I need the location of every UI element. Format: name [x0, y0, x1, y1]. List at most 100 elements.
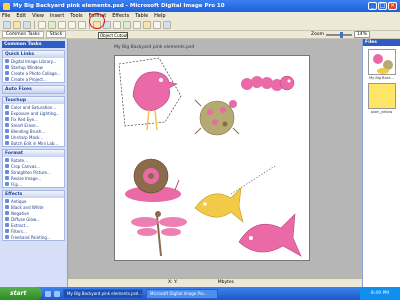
- window-icon: [5, 65, 9, 69]
- menu-file[interactable]: File: [2, 13, 10, 19]
- section-heading[interactable]: Effects: [3, 191, 64, 198]
- list-item[interactable]: Color and Saturation...: [3, 104, 64, 110]
- zoom-slider-knob[interactable]: [339, 31, 343, 38]
- exposure-icon: [5, 111, 9, 115]
- yellow-fish-sticker[interactable]: [194, 165, 276, 223]
- glow-icon: [5, 217, 9, 221]
- select-icon[interactable]: [153, 21, 161, 29]
- menu-table[interactable]: Table: [135, 13, 148, 19]
- highlight-circle: [89, 13, 105, 29]
- task-pane-title: Common Tasks: [2, 41, 65, 48]
- image-canvas[interactable]: [114, 55, 310, 261]
- menu-edit[interactable]: Edit: [16, 13, 26, 19]
- list-item[interactable]: Flip...: [3, 181, 64, 187]
- menu-view[interactable]: View: [32, 13, 44, 19]
- menu-bar: File Edit View Insert Tools Format Effec…: [0, 12, 400, 20]
- maximize-button[interactable]: □: [378, 2, 387, 10]
- list-item[interactable]: Digital Image Library...: [3, 58, 64, 64]
- flip-icon: [5, 182, 9, 186]
- project-icon: [5, 77, 9, 81]
- thumbnail-preview: [372, 54, 393, 74]
- straighten-icon: [5, 170, 9, 174]
- tooltip: Object Cutout: [98, 32, 128, 39]
- status-size: Mbytes: [217, 280, 234, 285]
- list-item[interactable]: Freehand Painting...: [3, 234, 64, 240]
- section-heading[interactable]: Quick Links: [3, 51, 64, 58]
- status-bar: X: Y: Mbytes: [68, 278, 362, 287]
- section-heading[interactable]: Touchup: [3, 97, 64, 104]
- start-button[interactable]: start: [0, 287, 42, 300]
- minimize-button[interactable]: _: [368, 2, 377, 10]
- taskbar-button[interactable]: My Big Backyard pink elements.psd...: [63, 288, 143, 299]
- zoom-value[interactable]: 14%: [353, 31, 370, 38]
- shape-icon[interactable]: [133, 21, 141, 29]
- copy-icon[interactable]: [68, 21, 76, 29]
- main-toolbar: [0, 20, 400, 31]
- collage-icon: [5, 71, 9, 75]
- section-quick-links: Quick Links Digital Image Library... Sta…: [2, 50, 65, 83]
- new-icon[interactable]: [3, 21, 11, 29]
- open-icon[interactable]: [13, 21, 21, 29]
- menu-insert[interactable]: Insert: [50, 13, 64, 19]
- workspace: My Big Backyard pink elements.psd: [68, 39, 362, 278]
- negative-icon: [5, 211, 9, 215]
- text-icon[interactable]: [123, 21, 131, 29]
- quick-launch-icon[interactable]: [45, 290, 51, 297]
- section-touchup: Touchup Color and Saturation... Exposure…: [2, 96, 65, 147]
- caterpillar-sticker[interactable]: [241, 75, 295, 91]
- rotate-icon: [5, 158, 9, 162]
- window-controls: _ □ ×: [368, 2, 397, 10]
- save-icon[interactable]: [23, 21, 31, 29]
- section-auto-fixes: Auto Fixes: [2, 85, 65, 94]
- brush-icon: [5, 129, 9, 133]
- color-icon: [5, 105, 9, 109]
- tab-stack[interactable]: Stack: [45, 31, 67, 38]
- filters-icon: [5, 229, 9, 233]
- close-button[interactable]: ×: [388, 2, 397, 10]
- file-thumbnail[interactable]: [367, 83, 396, 109]
- list-item[interactable]: Exposure and Lighting...: [3, 110, 64, 116]
- zoom-slider[interactable]: [325, 31, 352, 38]
- section-heading[interactable]: Auto Fixes: [3, 86, 64, 93]
- crop-icon: [5, 164, 9, 168]
- menu-help[interactable]: Help: [154, 13, 165, 19]
- batch-icon: [5, 141, 9, 145]
- zoom-icon[interactable]: [163, 21, 171, 29]
- file-thumbnail[interactable]: [367, 49, 396, 75]
- status-coords: X: Y:: [168, 280, 178, 285]
- menu-effects[interactable]: Effects: [112, 13, 129, 19]
- section-effects: Effects Antique Black and White Negative…: [2, 190, 65, 241]
- list-item[interactable]: Create a Project...: [3, 76, 64, 82]
- thumbnail-label: plain_yellow: [370, 110, 393, 114]
- files-pane-title: Files: [363, 39, 400, 46]
- thumbnail-label: My Big Back...: [369, 76, 394, 80]
- menu-tools[interactable]: Tools: [70, 13, 82, 19]
- image-tab[interactable]: My Big Backyard pink elements.psd: [114, 45, 194, 50]
- taskbar-button[interactable]: Microsoft Digital Image Pro...: [146, 288, 218, 299]
- tab-common-tasks[interactable]: Common Tasks: [2, 31, 44, 38]
- section-heading[interactable]: Format: [3, 150, 64, 157]
- snail-sticker[interactable]: [125, 158, 181, 202]
- list-item[interactable]: Create a Photo Collage...: [3, 70, 64, 76]
- dragonfly-sticker[interactable]: [131, 211, 187, 257]
- bird-sticker[interactable]: [118, 57, 182, 131]
- title-bar: My Big Backyard pink elements.psd - Micr…: [0, 0, 400, 12]
- section-format: Format Rotate... Crop Canvas... Straight…: [2, 149, 65, 188]
- cut-icon[interactable]: [58, 21, 66, 29]
- erase-icon: [5, 123, 9, 127]
- antique-icon: [5, 199, 9, 203]
- zoom-label: Zoom: [311, 32, 324, 37]
- list-item[interactable]: Batch Edit in Mini Lab...: [3, 140, 64, 146]
- pink-fish-sticker[interactable]: [238, 213, 302, 257]
- quick-launch-icon[interactable]: [54, 290, 60, 297]
- paint-icon[interactable]: [143, 21, 151, 29]
- print-icon[interactable]: [38, 21, 46, 29]
- crop-icon[interactable]: [113, 21, 121, 29]
- app-icon: [3, 2, 10, 10]
- window-title: My Big Backyard pink elements.psd - Micr…: [13, 3, 225, 9]
- toolbar-divider: [34, 21, 35, 29]
- bug-sticker[interactable]: [194, 99, 240, 136]
- paste-icon[interactable]: [78, 21, 86, 29]
- canvas-artwork: [118, 57, 302, 257]
- email-icon[interactable]: [48, 21, 56, 29]
